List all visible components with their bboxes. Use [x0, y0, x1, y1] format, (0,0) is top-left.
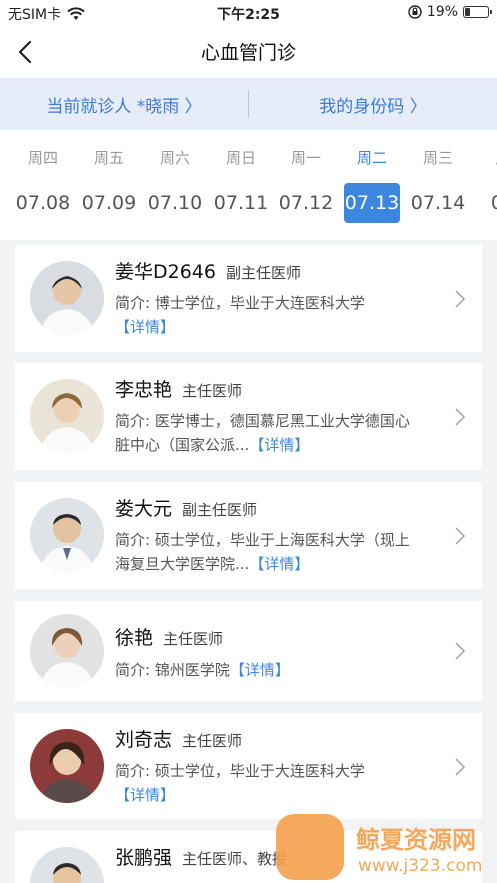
- doctor-title: 副主任医师: [225, 264, 301, 282]
- date-label: 07.11: [213, 192, 269, 214]
- date-label: 07.14: [410, 192, 466, 214]
- date-tab[interactable]: 周三 07.14: [407, 130, 469, 240]
- date-label: 07: [490, 192, 497, 214]
- detail-link[interactable]: 【详情】: [230, 661, 290, 679]
- avatar: [30, 729, 104, 803]
- doctor-card[interactable]: 刘奇志 主任医师 简介: 硕士学位，毕业于大连医科大学 【详情】: [15, 713, 482, 819]
- detail-link[interactable]: 【详情】: [115, 318, 175, 336]
- nav-bar: 心血管门诊: [0, 26, 497, 78]
- avatar: [30, 261, 104, 335]
- doctor-name: 张鹏强: [115, 847, 173, 869]
- current-patient-button[interactable]: 当前就诊人 *晓雨 〉: [0, 92, 248, 117]
- date-label: 07.13: [344, 183, 400, 223]
- date-tab[interactable]: 周一 07.12: [275, 130, 337, 240]
- doctor-intro: 简介: 硕士学位，毕业于大连医科大学: [115, 762, 365, 780]
- whale-logo-icon: [276, 814, 344, 880]
- weekday-label: 周六: [159, 149, 190, 167]
- avatar: [30, 379, 104, 453]
- doctor-title: 主任医师、教授: [182, 850, 288, 868]
- date-tab[interactable]: 周日 07.11: [210, 130, 272, 240]
- chevron-right-icon: [455, 527, 466, 545]
- watermark-url: www.j323.com: [358, 856, 483, 876]
- doctor-card[interactable]: 徐艳 主任医师 简介: 锦州医学院【详情】: [15, 601, 482, 701]
- date-label: 07.12: [278, 192, 334, 214]
- doctor-title: 主任医师: [163, 630, 224, 648]
- date-label: 07.10: [147, 192, 203, 214]
- chevron-right-icon: [455, 290, 466, 308]
- date-selector: 周四 07.08 周五 07.09 周六 07.10 周日 07.11 周一 07.12 …: [0, 130, 497, 240]
- date-tab[interactable]: 周四 07.08: [12, 130, 74, 240]
- doctor-name: 李忠艳: [115, 379, 173, 401]
- doctor-card[interactable]: 娄大元 副主任医师 简介: 硕士学位，毕业于上海医科大学（现上 海复旦大学医学院…: [15, 482, 482, 589]
- doctor-card[interactable]: 姜华D2646 副主任医师 简介: 博士学位，毕业于大连医科大学 【详情】: [15, 245, 482, 352]
- date-label: 07.08: [15, 192, 71, 214]
- weekday-label: 周五: [93, 149, 124, 167]
- chevron-right-icon: [455, 408, 466, 426]
- doctor-title: 副主任医师: [182, 501, 258, 519]
- doctor-title: 主任医师: [182, 732, 243, 750]
- date-label: 07.09: [81, 192, 137, 214]
- weekday-label: 周四: [27, 149, 58, 167]
- avatar: [30, 614, 104, 688]
- weekday-label: 周: [472, 147, 497, 168]
- doctor-name: 姜华D2646: [115, 261, 216, 283]
- weekday-label: 周二: [356, 149, 387, 167]
- chevron-right-icon: [455, 642, 466, 660]
- doctor-intro: 简介: 博士学位，毕业于大连医科大学: [115, 294, 365, 312]
- patient-info-bar: 当前就诊人 *晓雨 〉 我的身份码 〉: [0, 78, 497, 130]
- doctor-name: 刘奇志: [115, 729, 173, 751]
- doctor-intro-cont: 脏中心（国家公派...: [115, 436, 250, 454]
- battery-icon: [463, 6, 492, 18]
- date-tab-selected[interactable]: 周二 07.13: [341, 130, 403, 240]
- detail-link[interactable]: 【详情】: [249, 555, 309, 573]
- doctor-intro-cont: 海复旦大学医学院...: [115, 555, 250, 573]
- chevron-right-icon: [455, 758, 466, 776]
- battery-percent: 19%: [426, 4, 458, 20]
- my-id-code-button[interactable]: 我的身份码 〉: [249, 92, 497, 117]
- weekday-label: 周一: [290, 149, 321, 167]
- date-tab[interactable]: 周六 07.10: [144, 130, 206, 240]
- date-tab[interactable]: 周五 07.09: [78, 130, 140, 240]
- page-title: 心血管门诊: [200, 42, 296, 64]
- doctor-intro: 简介: 硕士学位，毕业于上海医科大学（现上: [115, 531, 410, 549]
- avatar: [30, 847, 104, 883]
- doctor-intro: 简介: 锦州医学院: [115, 661, 230, 679]
- avatar: [30, 498, 104, 572]
- rotation-lock-icon: [408, 5, 422, 19]
- doctor-name: 徐艳: [115, 627, 154, 649]
- weekday-label: 周三: [422, 149, 453, 167]
- weekday-label: 周日: [225, 149, 256, 167]
- detail-link[interactable]: 【详情】: [115, 786, 175, 804]
- status-bar: 无SIM卡 下午2:25 19%: [0, 0, 497, 26]
- doctor-card[interactable]: 李忠艳 主任医师 简介: 医学博士，德国慕尼黑工业大学德国心 脏中心（国家公派.…: [15, 363, 482, 470]
- watermark: 鲸夏资源网 www.j323.com: [276, 810, 497, 883]
- date-tab[interactable]: 周 07: [472, 130, 497, 240]
- detail-link[interactable]: 【详情】: [249, 436, 309, 454]
- watermark-text: 鲸夏资源网: [356, 826, 476, 854]
- doctor-title: 主任医师: [182, 382, 243, 400]
- doctor-intro: 简介: 医学博士，德国慕尼黑工业大学德国心: [115, 412, 410, 430]
- doctor-name: 娄大元: [115, 498, 173, 520]
